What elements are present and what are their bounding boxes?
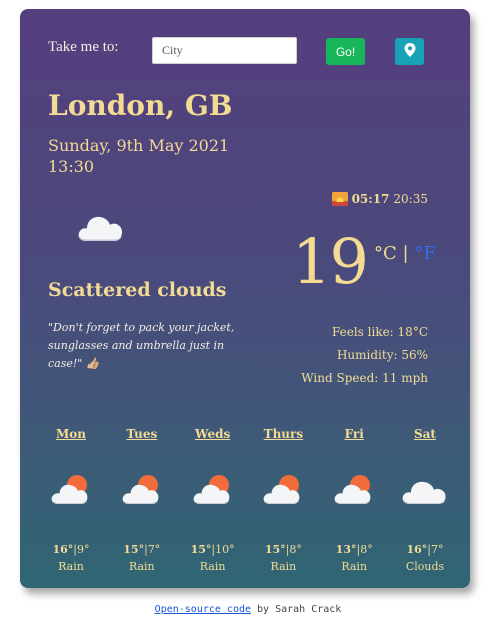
weather-card: Take me to: Go! London, GB Sunday, 9th M… bbox=[20, 9, 470, 588]
forecast-low: 9° bbox=[77, 543, 90, 556]
forecast-temps: 16°|7° bbox=[406, 543, 444, 556]
date-time: Sunday, 9th May 2021 13:30 bbox=[48, 135, 229, 177]
source-code-link[interactable]: Open-source code bbox=[155, 604, 251, 615]
date: Sunday, 9th May 2021 bbox=[48, 136, 230, 155]
search-label: Take me to: bbox=[48, 39, 119, 55]
city-search-input[interactable] bbox=[152, 37, 297, 64]
forecast-temps: 15°|10° bbox=[190, 543, 235, 556]
sun-behind-cloud-icon bbox=[111, 455, 173, 525]
forecast-high: 16° bbox=[406, 543, 428, 556]
forecast-day: Thurs 15°|8° Rain bbox=[252, 427, 314, 573]
humidity: Humidity: 56% bbox=[336, 348, 428, 362]
current-location-button[interactable] bbox=[395, 38, 424, 65]
forecast-desc: Rain bbox=[270, 560, 297, 573]
unit-separator: | bbox=[402, 243, 409, 264]
forecast-high: 15° bbox=[123, 543, 145, 556]
forecast-day-name[interactable]: Mon bbox=[40, 427, 102, 447]
forecast-high: 15° bbox=[264, 543, 286, 556]
forecast-temps: 16°|9° bbox=[52, 543, 90, 556]
forecast-temps: 13°|8° bbox=[335, 543, 373, 556]
sunrise-time: 05:17 bbox=[351, 192, 390, 206]
forecast-day: Fri 13°|8° Rain bbox=[323, 427, 385, 573]
forecast-day-name[interactable]: Thurs bbox=[252, 427, 314, 447]
sun-behind-cloud-icon bbox=[182, 455, 244, 525]
cloud-icon bbox=[394, 455, 456, 525]
weather-details: Feels like: 18°C Humidity: 56% Wind Spee… bbox=[301, 321, 428, 390]
map-pin-icon bbox=[404, 43, 416, 60]
forecast-day: Tues 15°|7° Rain bbox=[111, 427, 173, 573]
forecast-day: Mon 16°|9° Rain bbox=[40, 427, 102, 573]
forecast-low: 7° bbox=[431, 543, 444, 556]
forecast-day-name[interactable]: Sat bbox=[394, 427, 456, 447]
forecast-day: Sat 16°|7° Clouds bbox=[394, 427, 456, 573]
forecast-low: 10° bbox=[215, 543, 235, 556]
celsius-link[interactable]: °C bbox=[374, 243, 397, 264]
forecast-desc: Rain bbox=[128, 560, 155, 573]
forecast-day-name[interactable]: Tues bbox=[111, 427, 173, 447]
forecast-day-name[interactable]: Weds bbox=[182, 427, 244, 447]
forecast-low: 8° bbox=[360, 543, 373, 556]
sun-times: 05:17 20:35 bbox=[331, 192, 428, 206]
forecast-desc: Rain bbox=[199, 560, 226, 573]
cloud-icon bbox=[76, 209, 126, 249]
forecast-desc: Rain bbox=[58, 560, 84, 573]
forecast-high: 13° bbox=[335, 543, 357, 556]
forecast: Mon 16°|9° Rain Tues 15°|7° Rain Weds 15… bbox=[40, 427, 456, 573]
weather-quote: "Don't forget to pack your jacket, sungl… bbox=[48, 321, 235, 370]
forecast-high: 16° bbox=[52, 543, 74, 556]
forecast-day-name[interactable]: Fri bbox=[323, 427, 385, 447]
sun-behind-cloud-icon bbox=[252, 455, 314, 525]
sun-behind-cloud-icon bbox=[40, 455, 102, 525]
forecast-desc: Rain bbox=[341, 560, 368, 573]
sunrise-icon bbox=[331, 192, 348, 206]
forecast-desc: Clouds bbox=[405, 560, 445, 573]
fahrenheit-link[interactable]: °F bbox=[414, 243, 436, 264]
forecast-low: 7° bbox=[147, 543, 161, 556]
forecast-temps: 15°|7° bbox=[123, 543, 161, 556]
forecast-low: 8° bbox=[289, 543, 302, 556]
time: 13:30 bbox=[48, 157, 95, 176]
footer: Open-source code by Sarah Crack bbox=[0, 604, 496, 615]
weather-description: Scattered clouds bbox=[48, 279, 227, 301]
forecast-temps: 15°|8° bbox=[264, 543, 302, 556]
unit-toggle: °C | °F bbox=[374, 243, 436, 264]
footer-author: by Sarah Crack bbox=[251, 604, 342, 615]
sun-behind-cloud-icon bbox=[323, 455, 385, 525]
forecast-day: Weds 15°|10° Rain bbox=[182, 427, 244, 573]
search-row: Take me to: Go! bbox=[20, 9, 470, 79]
forecast-high: 15° bbox=[190, 543, 212, 556]
current-temperature: 19 bbox=[292, 225, 369, 298]
go-button[interactable]: Go! bbox=[326, 38, 365, 65]
sunset-time: 20:35 bbox=[393, 192, 428, 206]
feels-like: Feels like: 18°C bbox=[331, 325, 428, 339]
wind-speed: Wind Speed: 11 mph bbox=[301, 371, 428, 385]
city-name: London, GB bbox=[48, 89, 233, 122]
